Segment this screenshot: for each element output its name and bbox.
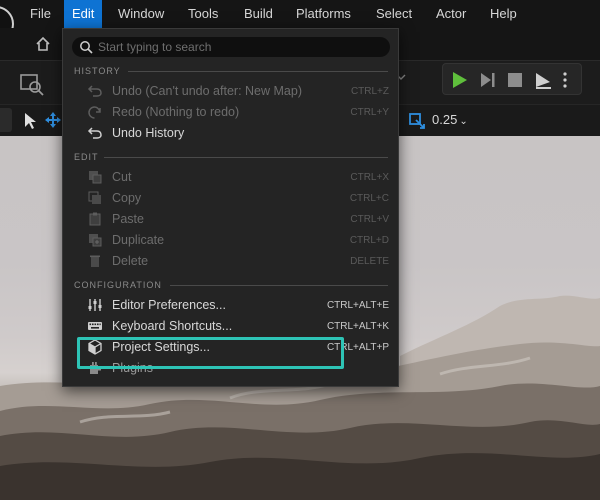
menu-item-editor-preferences[interactable]: Editor Preferences... CTRL+ALT+E — [63, 295, 398, 316]
project-settings-icon — [88, 339, 102, 355]
section-divider — [170, 285, 388, 286]
menu-platforms[interactable]: Platforms — [288, 0, 359, 28]
undo-icon — [87, 85, 102, 97]
menu-item-copy[interactable]: Copy CTRL+C — [63, 188, 398, 209]
viewport-options-button[interactable] — [0, 108, 12, 132]
section-configuration: CONFIGURATION — [74, 280, 162, 290]
menu-item-delete[interactable]: Delete DELETE — [63, 251, 398, 272]
home-icon[interactable] — [34, 35, 52, 53]
menu-item-cut[interactable]: Cut CTRL+X — [63, 167, 398, 188]
undo-history-icon — [87, 127, 102, 139]
menu-tools[interactable]: Tools — [180, 0, 226, 28]
play-icon[interactable] — [449, 70, 469, 90]
menu-item-paste[interactable]: Paste CTRL+V — [63, 209, 398, 230]
menu-item-undo[interactable]: Undo (Can't undo after: New Map) CTRL+Z — [63, 81, 398, 102]
redo-icon — [88, 106, 101, 119]
advance-frame-icon[interactable] — [477, 70, 497, 90]
menu-build[interactable]: Build — [236, 0, 281, 28]
menu-item-plugins[interactable]: Plugins — [63, 358, 398, 379]
content-browser-icon[interactable] — [18, 69, 46, 97]
menu-bar: File Edit Window Tools Build Platforms S… — [0, 0, 600, 42]
edit-menu-dropdown: HISTORY Undo (Can't undo after: New Map)… — [62, 28, 399, 387]
select-mode-icon[interactable] — [22, 112, 38, 130]
menu-item-keyboard-shortcuts[interactable]: Keyboard Shortcuts... CTRL+ALT+K — [63, 316, 398, 337]
chevron-down-icon: ⌄ — [459, 116, 468, 127]
keyboard-icon — [88, 322, 102, 330]
copy-icon — [88, 191, 101, 204]
section-divider — [104, 157, 388, 158]
menu-edit[interactable]: Edit — [64, 0, 103, 28]
paste-icon — [89, 212, 101, 226]
menu-select[interactable]: Select — [368, 0, 420, 28]
menu-actor[interactable]: Actor — [428, 0, 474, 28]
eject-icon[interactable] — [533, 70, 553, 90]
menu-window[interactable]: Window — [110, 0, 172, 28]
sliders-icon — [88, 299, 102, 311]
play-controls — [442, 63, 582, 95]
section-history: HISTORY — [74, 66, 121, 76]
menu-help[interactable]: Help — [482, 0, 525, 28]
menu-item-duplicate[interactable]: Duplicate CTRL+D — [63, 230, 398, 251]
menu-item-undo-history[interactable]: Undo History — [63, 123, 398, 144]
duplicate-icon — [89, 234, 102, 247]
menu-search-input[interactable] — [98, 38, 378, 56]
section-edit: EDIT — [74, 152, 99, 162]
plugin-icon — [90, 362, 101, 374]
search-icon — [80, 41, 93, 54]
section-divider — [128, 71, 388, 72]
scale-snap-icon[interactable] — [408, 112, 426, 130]
stop-icon[interactable] — [505, 70, 525, 90]
cut-icon — [89, 171, 102, 184]
trash-icon — [90, 255, 100, 267]
menu-search-box[interactable] — [72, 37, 390, 57]
more-options-icon[interactable] — [561, 70, 569, 90]
move-tool-icon[interactable] — [44, 111, 62, 129]
menu-item-redo[interactable]: Redo (Nothing to redo) CTRL+Y — [63, 102, 398, 123]
scale-snap-value[interactable]: 0.25 ⌄ — [432, 110, 468, 130]
menu-item-project-settings[interactable]: Project Settings... CTRL+ALT+P — [63, 337, 398, 358]
menu-file[interactable]: File — [22, 0, 59, 28]
